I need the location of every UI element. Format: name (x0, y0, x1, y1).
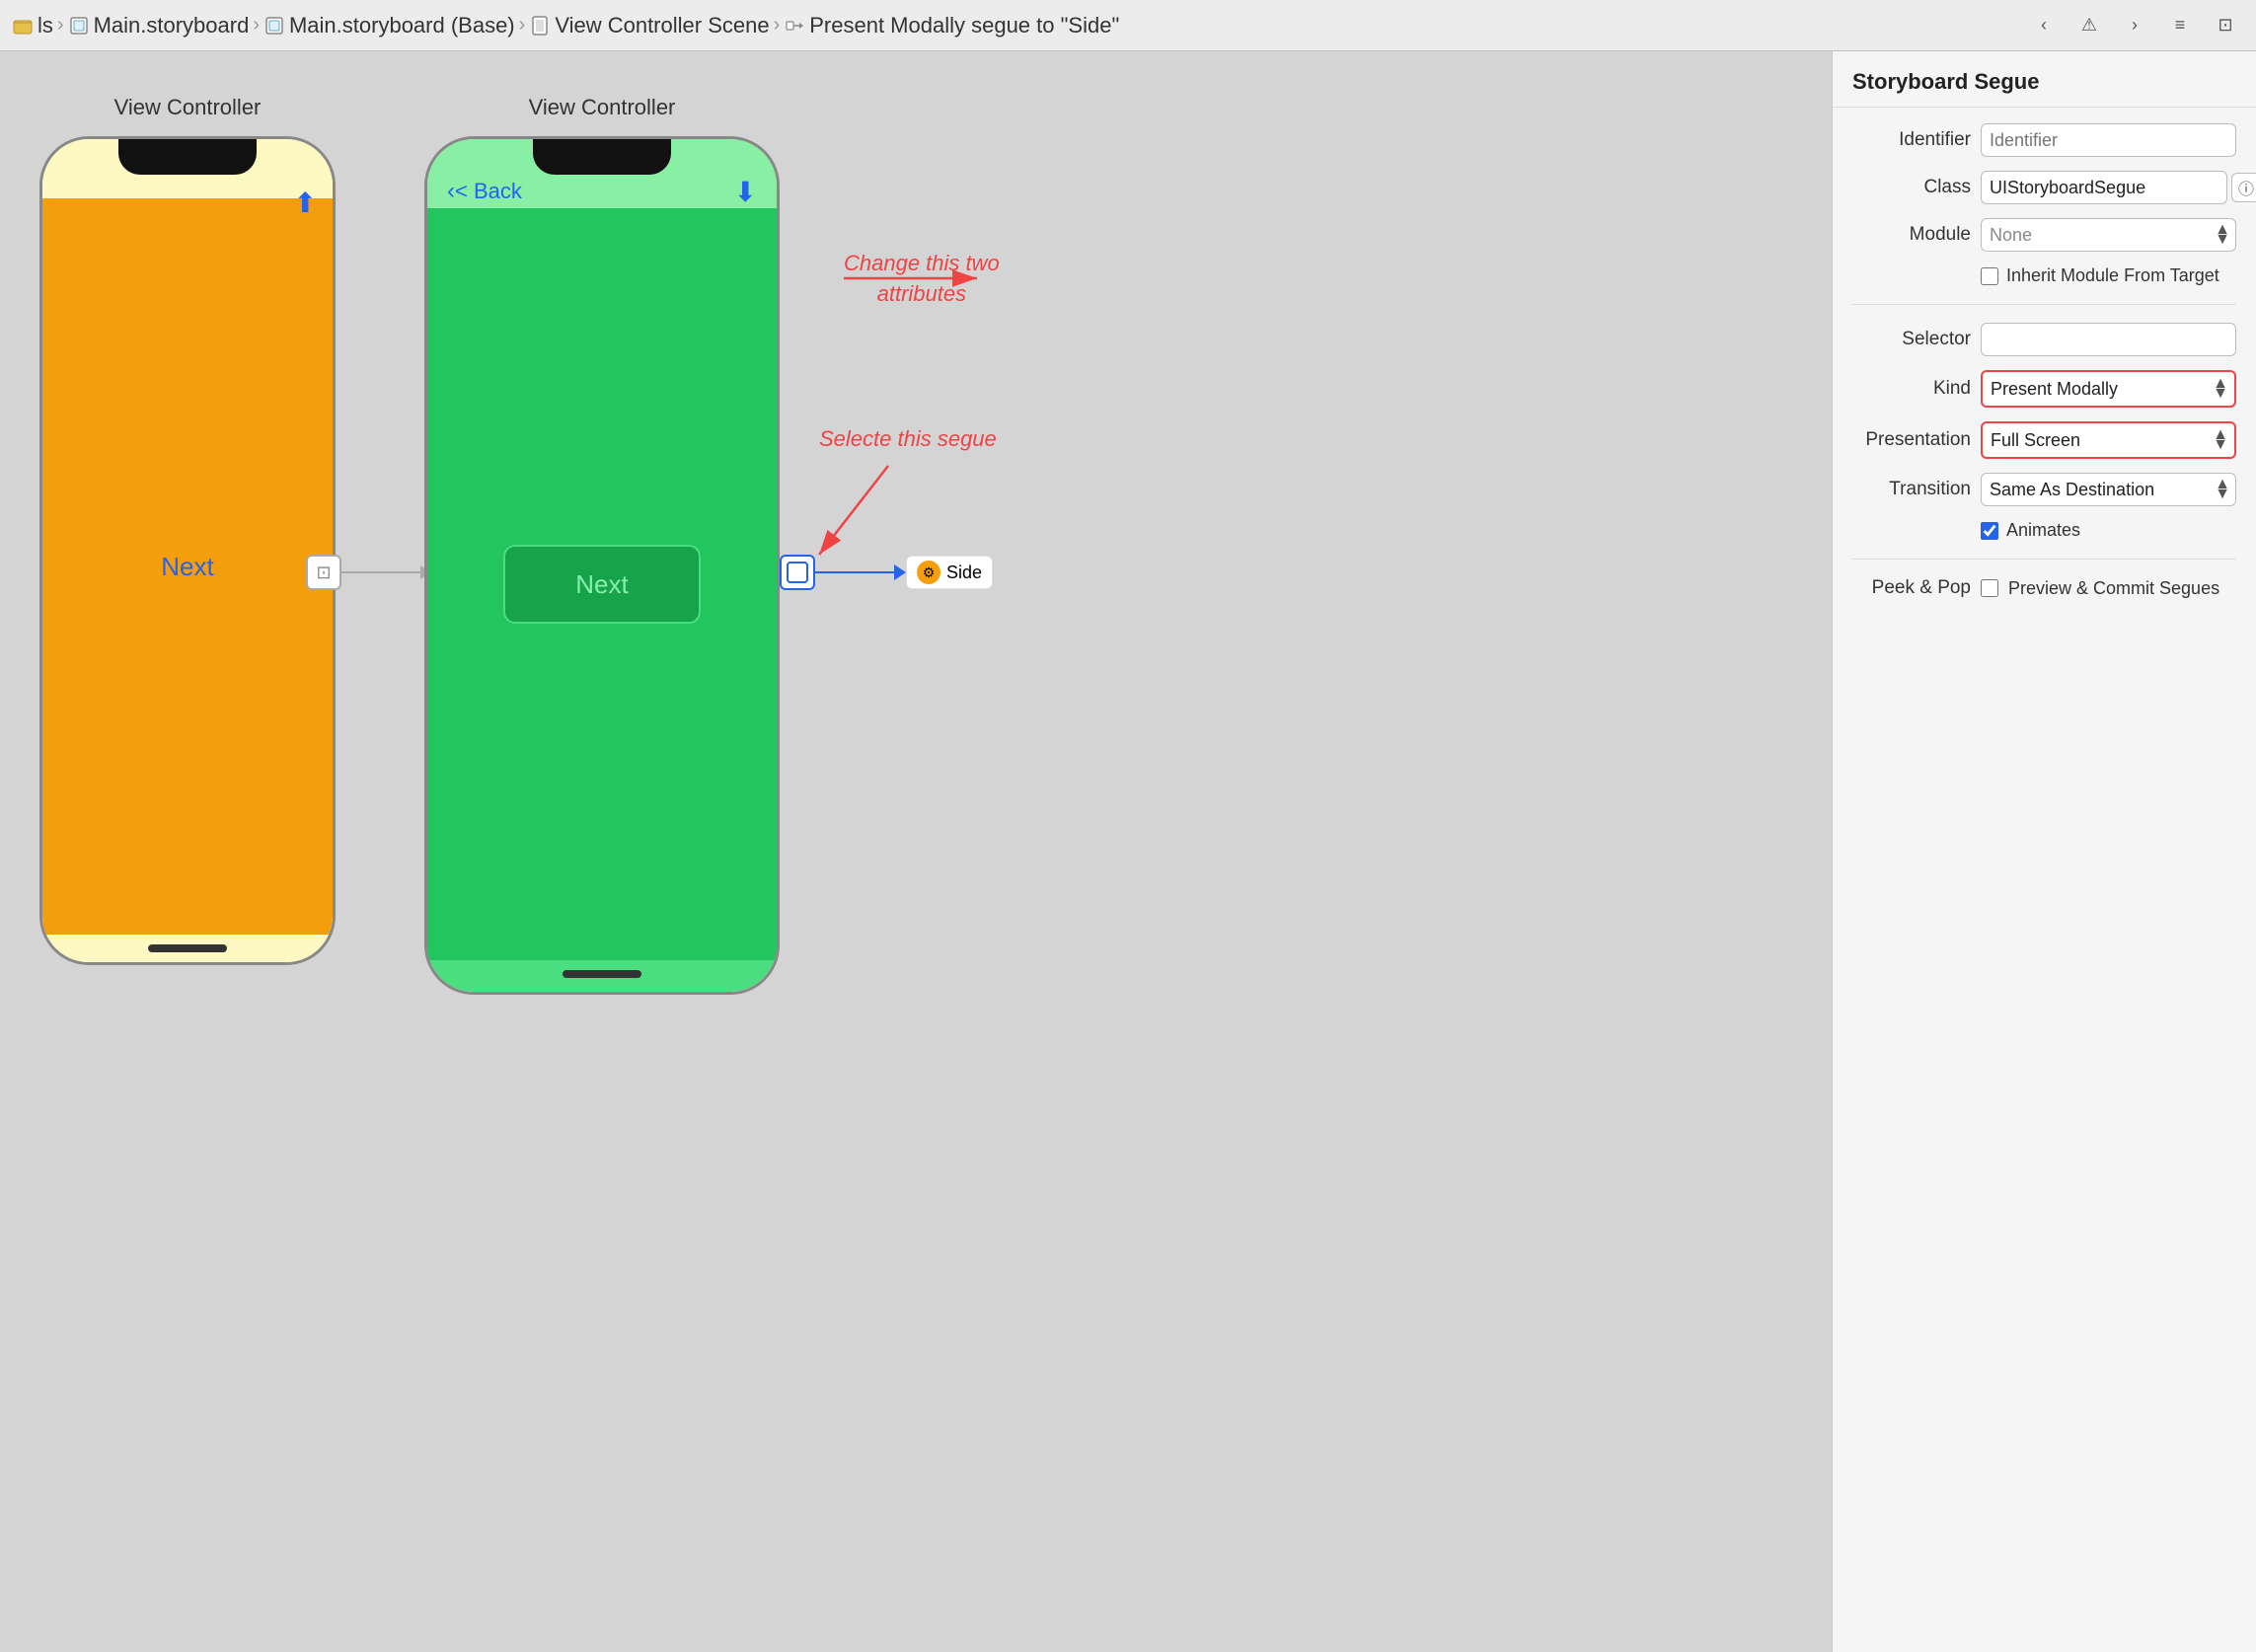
segue-source-inner (787, 562, 808, 583)
peek-label: Peek & Pop (1852, 577, 1971, 599)
top-bar-actions: ‹ ⚠ › ≡ ⊡ (2025, 7, 2244, 44)
phone1-next-label: Next (161, 552, 213, 582)
segue-dest-icon: ⚙ (917, 561, 940, 584)
breadcrumb-item-main-storyboard[interactable]: Main.storyboard (68, 13, 250, 38)
breadcrumb-sep-2: › (253, 14, 260, 37)
warning-button[interactable]: ⚠ (2070, 7, 2108, 44)
phone-container-1: View Controller Next ⬆ (39, 91, 336, 965)
phone-container-2: View Controller ‹ < Back ⬇ Next (424, 91, 780, 995)
segue-dest-node[interactable]: ⚙ Side (906, 556, 993, 589)
right-panel: Storyboard Segue Identifier Class ⓘ › Mo… (1832, 51, 2256, 1652)
breadcrumb: ls › Main.storyboard › Main.storyboard (… (12, 13, 2019, 38)
phone1-content: Next (42, 198, 333, 935)
segue-arrow-head (894, 564, 906, 580)
peek-row: Peek & Pop Preview & Commit Segues (1852, 577, 2236, 599)
connector-line (341, 571, 420, 573)
panel-content: Identifier Class ⓘ › Module None (1833, 108, 2256, 615)
annotation-select-segue: Selecte this segue (819, 426, 997, 452)
annotation-change-attributes: Change this twoattributes (844, 249, 1000, 310)
phone1-notch (118, 139, 257, 175)
module-row: Module None ▲▼ (1852, 218, 2236, 252)
identifier-input[interactable] (1981, 123, 2236, 157)
phone2-notch (533, 139, 671, 175)
transition-label: Transition (1852, 479, 1971, 500)
selector-row: Selector (1852, 323, 2236, 356)
breadcrumb-item-ls[interactable]: ls (12, 13, 53, 38)
presentation-label: Presentation (1852, 429, 1971, 451)
canvas-area[interactable]: View Controller Next ⬆ ⊡ View Control (0, 51, 1832, 1652)
class-info-button[interactable]: ⓘ (2231, 173, 2256, 202)
folder-icon (12, 15, 34, 37)
identifier-label: Identifier (1852, 129, 1971, 151)
segue-dest-label: Side (946, 563, 982, 583)
class-row: Class ⓘ › (1852, 171, 2236, 204)
segue-source-node[interactable] (780, 555, 815, 590)
selector-input[interactable] (1981, 323, 2236, 356)
connector-box: ⊡ (306, 555, 341, 590)
inherit-checkbox[interactable] (1981, 267, 1998, 285)
divider-2 (1852, 559, 2236, 560)
phone-frame-2[interactable]: ‹ < Back ⬇ Next (424, 136, 780, 995)
kind-select-wrap: Present Modally ▲▼ (1981, 370, 2236, 408)
segue-arrow-line (815, 571, 894, 573)
share-icon[interactable]: ⬆ (294, 187, 317, 219)
panel-title: Storyboard Segue (1833, 51, 2256, 108)
kind-select[interactable]: Present Modally (1983, 372, 2234, 406)
kind-label: Kind (1852, 378, 1971, 400)
module-select[interactable]: None (1981, 218, 2236, 252)
back-nav-button[interactable]: ‹ (2025, 7, 2063, 44)
fullscreen-button[interactable]: ⊡ (2207, 7, 2244, 44)
module-select-wrap: None ▲▼ (1981, 218, 2236, 252)
class-input[interactable] (1981, 171, 2227, 204)
class-input-wrap: ⓘ › (1981, 171, 2256, 204)
phone1-screen: Next (42, 139, 333, 962)
breadcrumb-item-segue[interactable]: Present Modally segue to "Side" (784, 13, 1119, 38)
module-label: Module (1852, 224, 1971, 246)
animates-checkbox[interactable] (1981, 522, 1998, 540)
transition-select-wrap: Same As Destination ▲▼ (1981, 473, 2236, 506)
segue-connector: ⚙ Side (780, 555, 993, 590)
class-label: Class (1852, 177, 1971, 198)
breadcrumb-sep-1: › (57, 14, 64, 37)
breadcrumb-item-scene[interactable]: View Controller Scene (529, 13, 769, 38)
phone2-label: View Controller (509, 91, 696, 124)
back-button[interactable]: ‹ < Back (447, 178, 522, 205)
forward-nav-button[interactable]: › (2116, 7, 2153, 44)
selector-label: Selector (1852, 329, 1971, 350)
scene-icon (529, 15, 551, 37)
presentation-select-wrap: Full Screen ▲▼ (1981, 421, 2236, 459)
kind-row: Kind Present Modally ▲▼ (1852, 370, 2236, 408)
top-bar: ls › Main.storyboard › Main.storyboard (… (0, 0, 2256, 51)
divider-1 (1852, 304, 2236, 305)
phone1-home-indicator (148, 944, 227, 952)
preview-commit-label: Preview & Commit Segues (2008, 578, 2219, 599)
breadcrumb-sep-4: › (774, 14, 781, 37)
transition-row: Transition Same As Destination ▲▼ (1852, 473, 2236, 506)
presentation-select[interactable]: Full Screen (1983, 423, 2234, 457)
inherit-row: Inherit Module From Target (1852, 265, 2236, 286)
breadcrumb-sep-3: › (519, 14, 526, 37)
storyboard-base-icon (263, 15, 285, 37)
download-icon[interactable]: ⬇ (734, 176, 757, 208)
presentation-row: Presentation Full Screen ▲▼ (1852, 421, 2236, 459)
storyboard-icon (68, 15, 90, 37)
phone-frame-1[interactable]: Next ⬆ (39, 136, 336, 965)
animates-label: Animates (2006, 520, 2080, 541)
peek-checkbox[interactable] (1981, 579, 1998, 597)
list-view-button[interactable]: ≡ (2161, 7, 2199, 44)
phone-connector: ⊡ (306, 555, 430, 590)
segue-icon (784, 15, 805, 37)
animates-row: Animates (1852, 520, 2236, 541)
next-button-green[interactable]: Next (503, 545, 701, 624)
phone1-label: View Controller (95, 91, 281, 124)
transition-select[interactable]: Same As Destination (1981, 473, 2236, 506)
identifier-row: Identifier (1852, 123, 2236, 157)
breadcrumb-item-main-base[interactable]: Main.storyboard (Base) (263, 13, 515, 38)
chevron-left-icon: ‹ (447, 178, 455, 205)
phone2-content: Next (427, 208, 777, 960)
inherit-label: Inherit Module From Target (2006, 265, 2219, 286)
phone2-screen: ‹ < Back ⬇ Next (427, 139, 777, 992)
main-layout: View Controller Next ⬆ ⊡ View Control (0, 51, 2256, 1652)
phone2-home-indicator (563, 970, 641, 978)
